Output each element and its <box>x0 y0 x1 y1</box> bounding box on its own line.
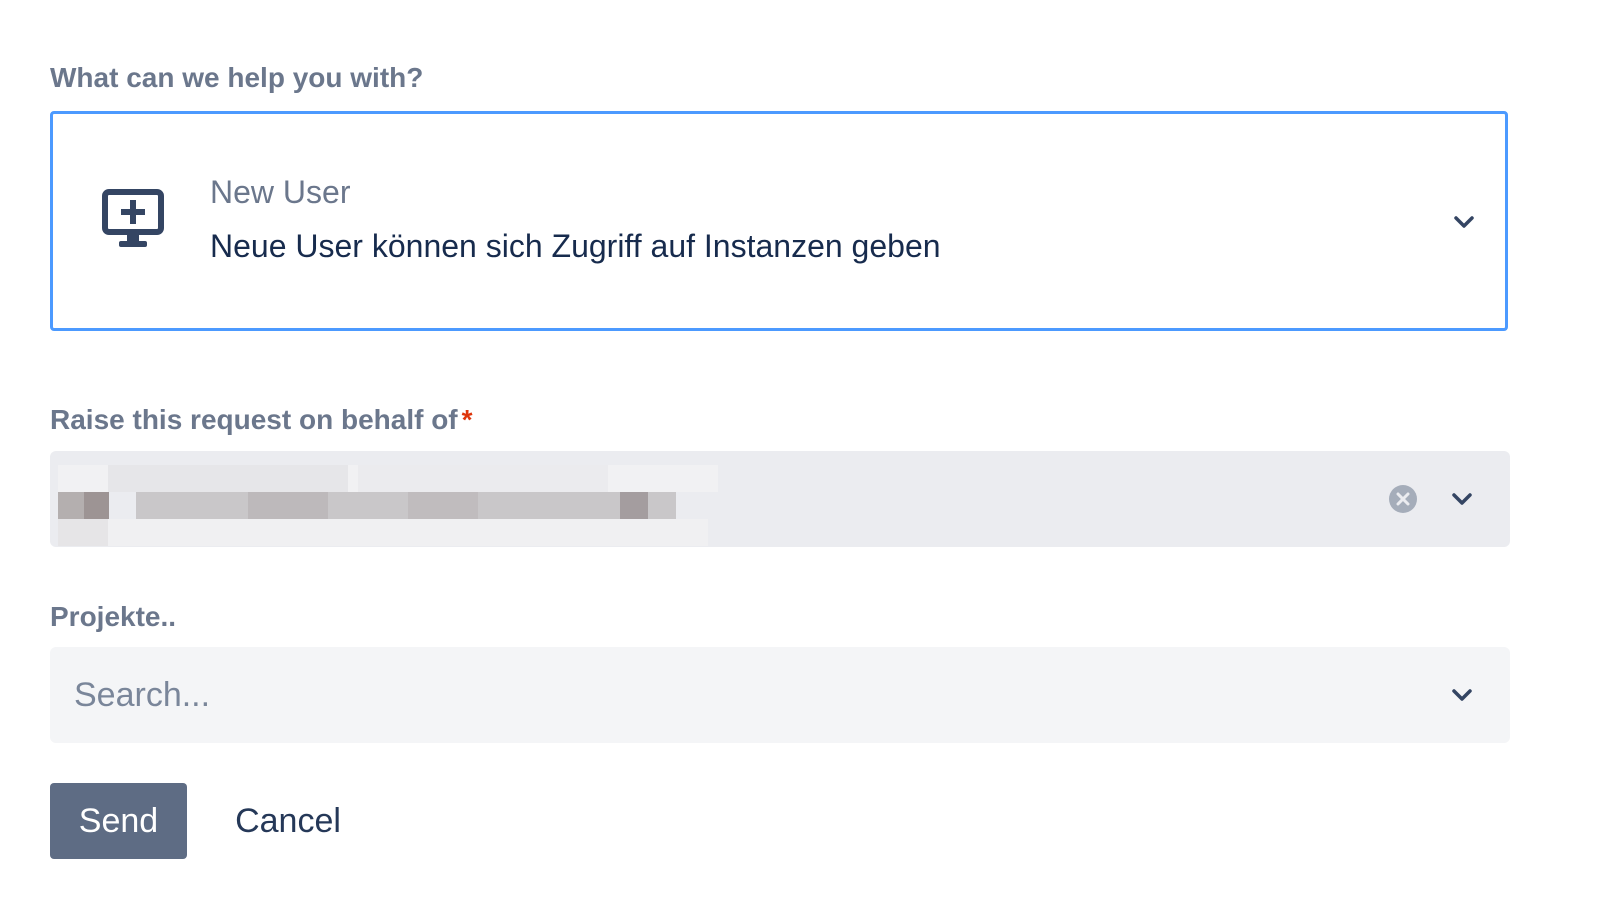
chevron-down-icon[interactable] <box>1449 682 1475 708</box>
redacted-user-value <box>58 465 718 547</box>
monitor-add-icon <box>102 189 164 247</box>
send-button[interactable]: Send <box>50 783 187 859</box>
projects-select[interactable] <box>50 647 1510 743</box>
clear-icon[interactable] <box>1388 484 1418 514</box>
required-marker: * <box>461 404 473 435</box>
on-behalf-select[interactable] <box>50 451 1510 547</box>
chevron-down-icon[interactable] <box>1449 486 1475 512</box>
cancel-button[interactable]: Cancel <box>218 783 358 859</box>
request-type-select[interactable]: New User Neue User können sich Zugriff a… <box>50 111 1508 331</box>
on-behalf-label: Raise this request on behalf of * <box>50 404 473 436</box>
projects-search-input[interactable] <box>74 647 1434 743</box>
on-behalf-label-text: Raise this request on behalf of <box>50 404 458 435</box>
request-type-title: New User <box>210 174 351 210</box>
projects-label: Projekte.. <box>50 601 177 632</box>
request-type-description: Neue User können sich Zugriff auf Instan… <box>210 228 941 264</box>
chevron-down-icon[interactable] <box>1451 209 1477 235</box>
request-type-label: What can we help you with? <box>50 62 424 93</box>
